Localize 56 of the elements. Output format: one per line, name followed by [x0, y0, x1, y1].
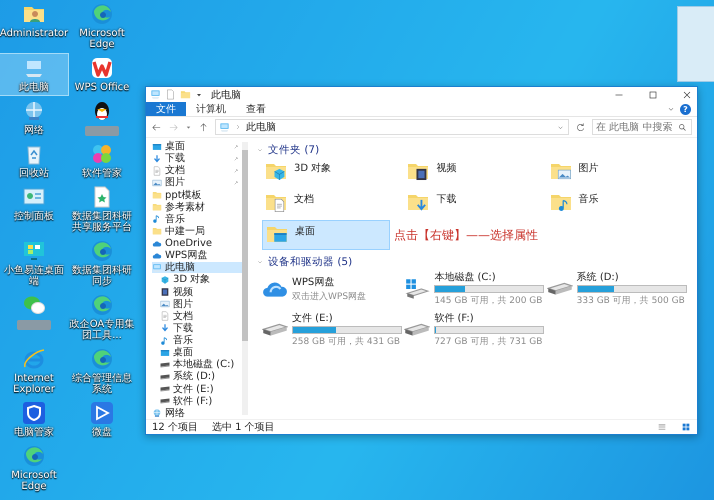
drive-item[interactable]: 软件 (F:) 727 GB 可用，共 731 GB	[404, 311, 547, 348]
nav-item[interactable]: 下载	[152, 322, 242, 334]
drive-name: WPS网盘	[292, 276, 336, 288]
ribbon-tab[interactable]: 计算机	[186, 102, 236, 116]
drive-subtitle: 双击进入WPS网盘	[292, 290, 368, 302]
drive-capacity: 258 GB 可用，共 431 GB	[292, 336, 402, 348]
nav-item[interactable]: 音乐	[152, 214, 242, 225]
status-text: 12 个项目	[152, 421, 198, 434]
folder-item[interactable]: 视频	[404, 158, 530, 186]
drive-name: 文件 (E:)	[292, 312, 334, 325]
nav-item[interactable]: 桌面	[152, 347, 242, 358]
nav-item[interactable]: 中建一局	[152, 226, 242, 237]
drive-item[interactable]: 文件 (E:) 258 GB 可用，共 431 GB	[262, 311, 404, 348]
nav-item[interactable]: 下载	[152, 153, 242, 164]
drive-name: 本地磁盘 (C:)	[434, 270, 497, 284]
nav-item[interactable]: 文档	[152, 165, 242, 176]
nav-item[interactable]: 桌面	[152, 141, 242, 152]
nav-item[interactable]: 系统 (D:)	[152, 371, 242, 382]
window-title: 此电脑	[211, 88, 241, 102]
nav-item[interactable]: WPS网盘	[152, 250, 242, 262]
address-bar[interactable]: 此电脑	[215, 119, 569, 135]
nav-item[interactable]: 图片	[152, 177, 242, 188]
drive-item[interactable]: 系统 (D:) 333 GB 可用，共 500 GB	[546, 270, 689, 307]
nav-item[interactable]: 3D 对象	[152, 274, 242, 286]
nav-item[interactable]: 文档	[152, 310, 242, 322]
status-text: 选中 1 个项目	[212, 420, 275, 434]
drive-item[interactable]: 本地磁盘 (C:) 145 GB 可用，共 200 GB	[404, 270, 547, 307]
folder-item[interactable]: 图片	[546, 158, 673, 186]
section-header: 文件夹 (7)	[268, 143, 320, 157]
nav-item[interactable]: ppt模板	[152, 190, 242, 201]
help-button[interactable]: ?	[680, 104, 691, 114]
drive-name: 软件 (F:)	[434, 312, 475, 325]
ribbon-tab[interactable]: 文件	[146, 102, 186, 116]
drive-capacity: 333 GB 可用，共 500 GB	[576, 294, 686, 307]
nav-item[interactable]: 音乐	[152, 335, 242, 346]
section-header: 设备和驱动器 (5)	[268, 255, 352, 269]
nav-item[interactable]: 参考素材	[152, 202, 242, 213]
folder-item[interactable]: 文档	[262, 189, 388, 217]
drive-name: 系统 (D:)	[576, 270, 620, 284]
drive-item[interactable]: WPS网盘 双击进入WPS网盘	[262, 270, 404, 307]
nav-item[interactable]: OneDrive	[152, 238, 242, 250]
nav-item[interactable]: 此电脑	[152, 262, 242, 274]
nav-item[interactable]: 本地磁盘 (C:)	[152, 359, 242, 370]
nav-item[interactable]: 软件 (F:)	[152, 396, 242, 407]
folder-item[interactable]: 3D 对象	[262, 158, 388, 186]
nav-item[interactable]: 文件 (E:)	[152, 384, 242, 395]
folder-item[interactable]: 桌面	[262, 220, 390, 250]
ribbon-tab[interactable]: 查看	[236, 102, 276, 116]
nav-item[interactable]: 视频	[152, 286, 242, 298]
folder-item[interactable]: 下载	[404, 189, 530, 217]
drive-capacity: 145 GB 可用，共 200 GB	[434, 294, 544, 307]
drive-capacity: 727 GB 可用，共 731 GB	[434, 336, 544, 348]
folder-item[interactable]: 音乐	[546, 189, 673, 217]
nav-item[interactable]: 图片	[152, 298, 242, 310]
annotation-text: 点击【右键】——选择属性	[394, 226, 538, 244]
nav-item[interactable]: 网络	[152, 408, 242, 419]
